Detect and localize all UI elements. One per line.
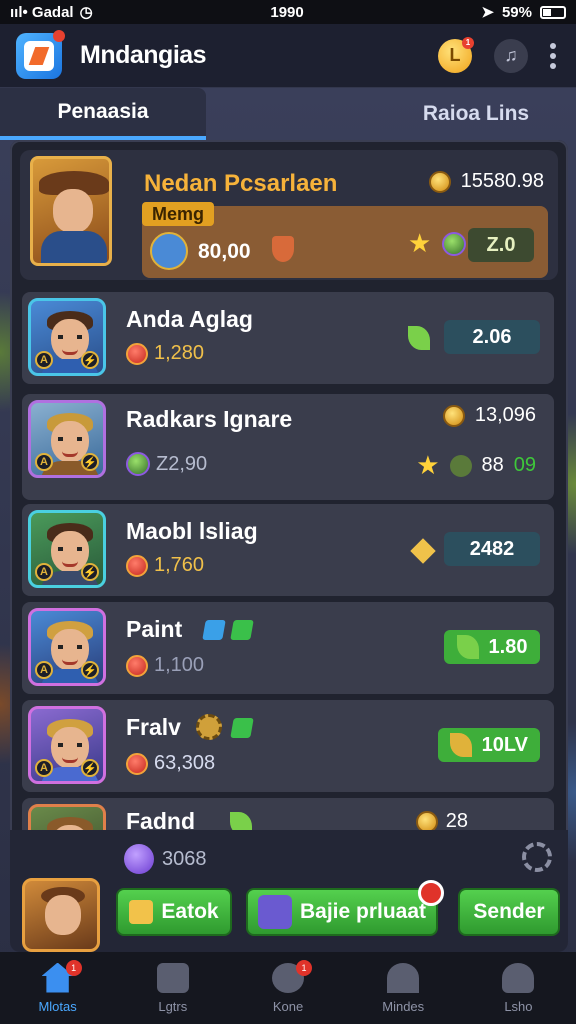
leaf-icon (408, 326, 430, 350)
leaf-icon (456, 635, 479, 659)
reward-row: ★ 88 09 (416, 450, 536, 480)
star-icon: ★ (408, 228, 432, 258)
avatar: A ⚡ (28, 400, 106, 478)
battery-percent: 59% (501, 3, 532, 21)
nav-item-friends[interactable]: Lgtrs (115, 952, 230, 1024)
cube-icon (202, 620, 226, 640)
player-name: Paint (126, 616, 183, 642)
coin-balance: 15580.98 (428, 170, 544, 193)
avatar (30, 156, 112, 266)
battery-icon (540, 5, 566, 19)
notification-badge (418, 880, 444, 906)
tab-penaasia[interactable]: Penaasia (0, 88, 206, 140)
coin-shop-icon[interactable]: L1 (438, 36, 474, 73)
notification-badge: 1 (296, 960, 312, 976)
wifi-icon: ◷ (79, 4, 93, 21)
balance: 3068 (124, 844, 207, 874)
send-button[interactable]: Sender (458, 888, 560, 936)
cube-icon (230, 620, 254, 640)
list-item[interactable]: A ⚡ Anda Aglag 1,280 2.06 (22, 292, 554, 384)
player-name: Radkars Ignare (126, 406, 293, 432)
avatar: A ⚡ (28, 706, 106, 784)
gem-icon (126, 452, 150, 476)
list-item[interactable]: A ⚡ Fralv 63,308 10LV (22, 700, 554, 792)
character-icon (257, 895, 292, 929)
list-item[interactable]: A ⚡ Radkars Ignare Z2,90 13,096 ★ 88 09 (22, 394, 554, 500)
player-stat: 1,280 (126, 342, 204, 365)
action-bar: 3068 Eatok Bajie prluaat Sender (10, 830, 568, 952)
sun-icon (196, 714, 222, 740)
player-stat: 1,760 (126, 554, 204, 577)
score-pill: 1.80 (444, 630, 540, 664)
heart-icon (126, 342, 148, 365)
member-value: 80,00 (198, 240, 251, 263)
score-pill: 2.06 (444, 320, 540, 354)
nav-item-profile[interactable]: Lsho (461, 952, 576, 1024)
friends-icon (156, 962, 189, 993)
avatar: A ⚡ (28, 608, 106, 686)
nav-item-signal[interactable]: Mindes (346, 952, 461, 1024)
attack-button[interactable]: Eatok (116, 888, 232, 936)
app-title: Mndangias (80, 41, 207, 69)
tab-raioa-lins[interactable]: Raioa Lins (376, 88, 576, 140)
avatar: A ⚡ (28, 510, 106, 588)
member-box: Memg 80,00 ★ Z.0 (142, 202, 548, 278)
nav-item-home[interactable]: 1 Mlotas (0, 952, 115, 1024)
player-name: Maobl lsliag (126, 518, 258, 544)
more-options-icon[interactable] (550, 42, 560, 69)
player-name: Nedan Pcsarlaen (144, 170, 338, 197)
status-bar: ııl• Gadal ◷ 1990 ➤ 59% (0, 0, 576, 24)
player-stat: 1,100 (126, 654, 204, 677)
gem-icon (442, 232, 466, 256)
avatar: A ⚡ (28, 298, 106, 376)
notification-badge: 1 (65, 960, 82, 976)
bottom-nav: 1 Mlotas Lgtrs 1 Kone Mindes Lsho (0, 952, 576, 1024)
orb-icon (124, 844, 154, 874)
shield-icon (272, 236, 294, 262)
avatar (22, 878, 100, 952)
player-stat: Z2,90 (126, 452, 207, 476)
signal-icon (387, 962, 420, 993)
leaf-icon (449, 733, 472, 757)
location-icon: ➤ (481, 4, 494, 21)
top-player-card[interactable]: Nedan Pcsarlaen 15580.98 Memg 80,00 ★ Z.… (20, 150, 558, 280)
coin-balance: 13,096 (442, 404, 536, 427)
heart-icon (126, 654, 148, 677)
coin-icon (442, 404, 465, 427)
coin-icon (428, 170, 451, 193)
diamond-icon (410, 538, 436, 564)
member-avatar (150, 232, 188, 270)
score-pill: 2482 (444, 532, 540, 566)
tab-bar: Penaasia Raioa Lins (0, 88, 576, 140)
list-item[interactable]: A ⚡ Maobl lsliag 1,760 2482 (22, 504, 554, 596)
app-bar: Mndangias L1 ♫ (0, 24, 576, 88)
pickup-button[interactable]: Bajie prluaat (246, 880, 444, 936)
app-logo-icon[interactable] (16, 29, 65, 79)
music-icon[interactable]: ♫ (494, 38, 528, 73)
score-pill: Z.0 (468, 228, 534, 262)
member-badge: Memg (142, 202, 215, 226)
star-icon: ★ (416, 450, 440, 480)
player-name: Anda Aglag (126, 306, 253, 332)
player-name: Fralv (126, 714, 181, 740)
goblin-icon (449, 454, 472, 477)
list-item[interactable]: A ⚡ Paint 1,100 1.80 (22, 602, 554, 694)
clock: 1990 (270, 3, 304, 21)
profile-icon (502, 962, 535, 993)
leaderboard-panel: Nedan Pcsarlaen 15580.98 Memg 80,00 ★ Z.… (10, 140, 568, 952)
carrier-label: ııl• Gadal (10, 3, 74, 21)
cube-icon (230, 718, 254, 738)
score-pill: 10LV (437, 728, 540, 762)
player-stat: 63,308 (126, 752, 215, 775)
nav-item-chat[interactable]: 1 Kone (230, 952, 345, 1024)
heart-icon (126, 752, 148, 775)
gear-icon[interactable] (522, 842, 552, 872)
sword-icon (129, 900, 154, 924)
heart-icon (126, 554, 148, 577)
